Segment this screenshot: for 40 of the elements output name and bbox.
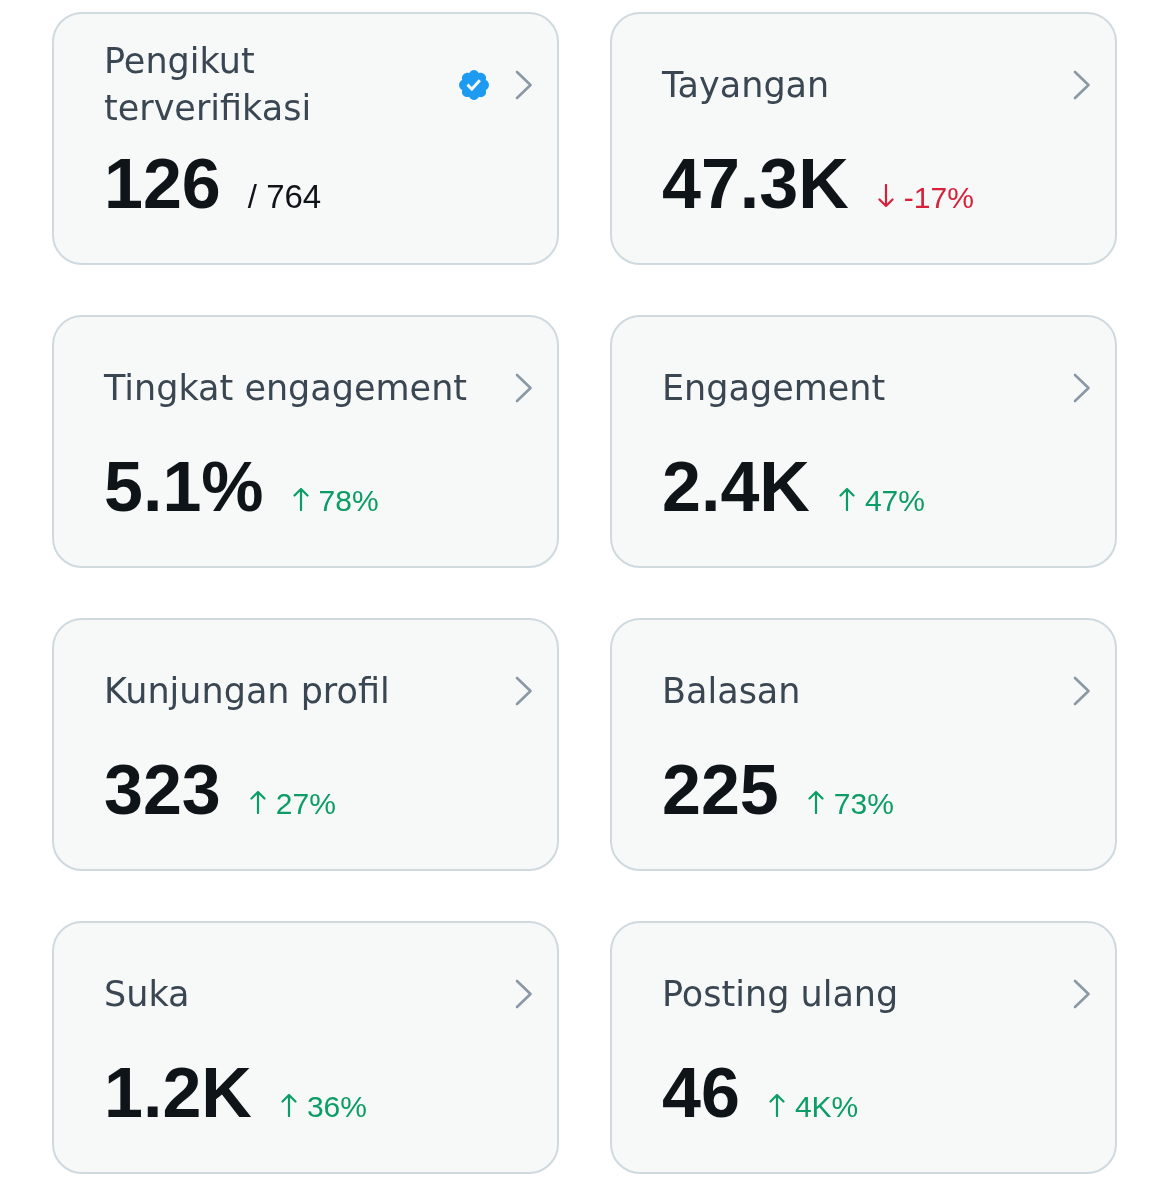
metric-value: 126 — [104, 149, 221, 219]
total-count: / 764 — [247, 180, 322, 213]
metric-value: 5.1% — [104, 452, 264, 522]
metric-value: 1.2K — [104, 1058, 252, 1128]
chevron-right-icon — [1073, 676, 1091, 706]
chevron-right-icon — [515, 70, 533, 100]
metric-title: Kunjungan profil — [104, 669, 391, 713]
metric-card[interactable]: Tayangan 47.3K -17% — [610, 12, 1117, 265]
change-percent: 4K% — [794, 1092, 859, 1122]
chevron-right-icon — [515, 373, 533, 403]
metric-value: 46 — [662, 1058, 740, 1128]
metric-title: Engagement — [662, 366, 887, 410]
metric-card[interactable]: Kunjungan profil 323 27% — [52, 618, 559, 871]
metric-value: 47.3K — [662, 149, 849, 219]
metric-card[interactable]: Engagement 2.4K 47% — [610, 315, 1117, 568]
chevron-right-icon — [1073, 979, 1091, 1009]
change-percent: 36% — [306, 1092, 367, 1122]
metric-card[interactable]: Suka 1.2K 36% — [52, 921, 559, 1174]
change-percent: 73% — [833, 789, 894, 819]
metric-card[interactable]: Balasan 225 73% — [610, 618, 1117, 871]
chevron-right-icon — [1073, 373, 1091, 403]
change-percent: 47% — [864, 486, 925, 516]
metric-card[interactable]: Tingkat engagement 5.1% 78% — [52, 315, 559, 568]
chevron-right-icon — [1073, 70, 1091, 100]
change-percent: -17% — [903, 183, 974, 213]
metric-value: 225 — [662, 755, 779, 825]
metric-title: Suka — [104, 972, 191, 1016]
metric-title: Pengikut terverifikasi — [104, 40, 313, 130]
metric-value: 2.4K — [662, 452, 810, 522]
metric-title: Tayangan — [662, 63, 831, 107]
change-percent: 27% — [275, 789, 336, 819]
metric-card[interactable]: Posting ulang 46 4K% — [610, 921, 1117, 1174]
chevron-right-icon — [515, 979, 533, 1009]
metric-value: 323 — [104, 755, 221, 825]
change-percent: 78% — [318, 486, 379, 516]
chevron-right-icon — [515, 676, 533, 706]
metric-title: Tingkat engagement — [104, 366, 469, 410]
metric-title: Balasan — [662, 669, 802, 713]
metric-card[interactable]: Pengikut terverifikasi 126 / 764 — [52, 12, 559, 265]
metric-title: Posting ulang — [662, 972, 900, 1016]
